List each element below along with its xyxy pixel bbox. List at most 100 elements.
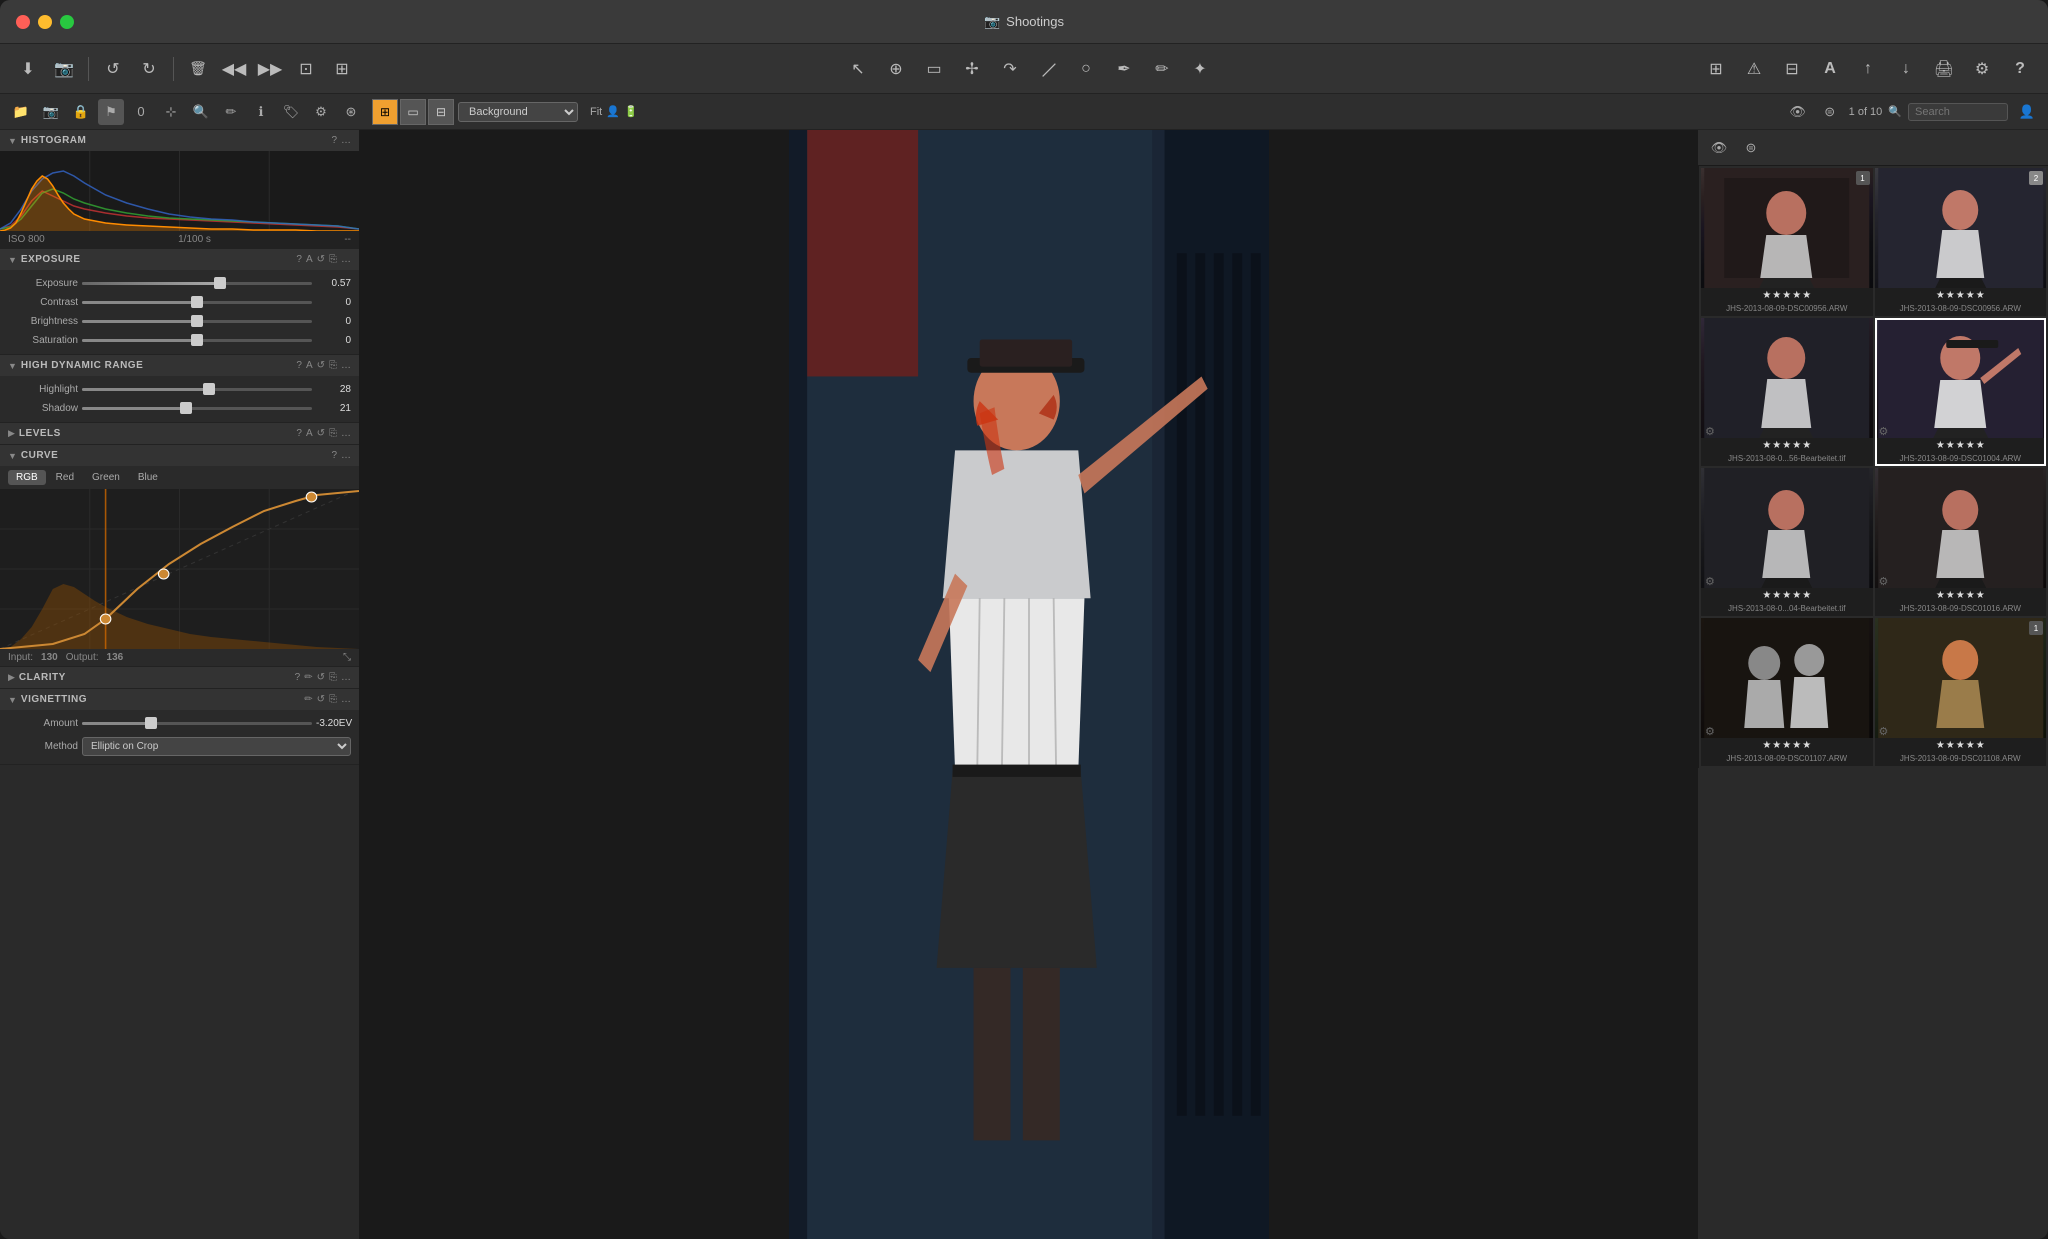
eraser-tool[interactable]: ✦	[1184, 53, 1216, 85]
user-btn[interactable]: 👤	[2014, 99, 2040, 125]
amount-slider[interactable]	[82, 722, 312, 725]
method-select[interactable]: Elliptic on Crop Elliptic Rectangular	[82, 737, 351, 756]
curve-tabs: RGB Red Green Blue	[0, 466, 359, 489]
thumbnail-7[interactable]: ⚙ ★★★★★ JHS-2013-08-09-DSC01107.ARW	[1701, 618, 1873, 766]
close-button[interactable]	[16, 15, 30, 29]
exposure-header[interactable]: ▼ EXPOSURE ? A ↺ ⎘ …	[0, 249, 359, 270]
print-btn[interactable]: 🖨	[1928, 53, 1960, 85]
forward-btn[interactable]: ▶▶	[254, 53, 286, 85]
toolbar-separator-1	[88, 57, 89, 81]
thumbnail-1[interactable]: 1 ★★★★★ JHS-2013-08-09-DSC00956.ARW	[1701, 168, 1873, 316]
secondary-toolbar: 📁 📷 🔒 ⚑ 0 ⊹ 🔍 ✏ ℹ 🏷 ⚙ ⊛ ⊞ ▭ ⊟ Background…	[0, 94, 2048, 130]
dual-layout-btn[interactable]: ⊟	[428, 99, 454, 125]
transform-tool[interactable]: ✢	[956, 53, 988, 85]
help-btn[interactable]: ?	[2004, 53, 2036, 85]
share-btn[interactable]: ⊛	[338, 99, 364, 125]
contrast-slider[interactable]	[82, 301, 312, 304]
hdr-section: ▼ HIGH DYNAMIC RANGE ? A ↺ ⎘ … Highlight	[0, 355, 359, 423]
sort-btn[interactable]: ⊜	[1817, 99, 1843, 125]
title-bar: 📷 Shootings	[0, 0, 2048, 44]
crop2-btn[interactable]: ⊹	[158, 99, 184, 125]
thumbnail-4[interactable]: ⚙ ★★★★★ JHS-2013-08-09-DSC01004.ARW	[1875, 318, 2047, 466]
multi-layout-btn[interactable]: ⊞	[372, 99, 398, 125]
mosaic-btn[interactable]: ⊟	[1776, 53, 1808, 85]
levels-header[interactable]: ▶ LEVELS ? A ↺ ⎘ …	[0, 423, 359, 444]
zoom-btn[interactable]: 🔍	[188, 99, 214, 125]
rect-tool[interactable]: ▭	[918, 53, 950, 85]
cam-btn[interactable]: 📷	[38, 99, 64, 125]
alert-btn[interactable]: ⚠	[1738, 53, 1770, 85]
info-btn[interactable]: ℹ	[248, 99, 274, 125]
arrow-down-btn[interactable]: ↓	[1890, 53, 1922, 85]
output-value: 136	[107, 652, 124, 663]
text-btn[interactable]: A	[1814, 53, 1846, 85]
expand-icon[interactable]: ⤡	[343, 652, 351, 663]
levels-icons: ? A ↺ ⎘ …	[296, 428, 351, 439]
thumbnail-3[interactable]: ⚙ ★★★★★ JHS-2013-08-0...56-Bearbeitet.ti…	[1701, 318, 1873, 466]
thumb-3-stars: ★★★★★	[1701, 438, 1873, 453]
maximize-button[interactable]	[60, 15, 74, 29]
main-image	[789, 130, 1269, 1239]
edit-btn[interactable]: ✏	[218, 99, 244, 125]
brush-tool[interactable]: ✏	[1146, 53, 1178, 85]
hdr-header[interactable]: ▼ HIGH DYNAMIC RANGE ? A ↺ ⎘ …	[0, 355, 359, 376]
single-layout-btn[interactable]: ▭	[400, 99, 426, 125]
thumb-8-img	[1875, 618, 2047, 738]
curve-canvas[interactable]	[0, 489, 359, 649]
highlight-slider[interactable]	[82, 388, 312, 391]
redo-btn[interactable]: ↻	[133, 53, 165, 85]
saturation-slider[interactable]	[82, 339, 312, 342]
vignetting-icons: ✏ ↺ ⎘ …	[304, 694, 351, 705]
circle-tool[interactable]: ○	[1070, 53, 1102, 85]
flag-btn[interactable]: ⚑	[98, 99, 124, 125]
file-btn[interactable]: 📁	[8, 99, 34, 125]
minimize-button[interactable]	[38, 15, 52, 29]
fit-btn[interactable]: ⊞	[326, 53, 358, 85]
histogram-header[interactable]: ▼ HISTOGRAM ? …	[0, 130, 359, 151]
thumb-sort-btn[interactable]: ⊜	[1738, 135, 1764, 161]
clarity-header[interactable]: ▶ CLARITY ? ✏ ↺ ⎘ …	[0, 667, 359, 688]
view-btn[interactable]: 👁	[1785, 99, 1811, 125]
curve-tab-green[interactable]: Green	[84, 470, 128, 485]
thumbnail-5[interactable]: ⚙ ★★★★★ JHS-2013-08-0...04-Bearbeitet.ti…	[1701, 468, 1873, 616]
line-tool[interactable]: —	[1025, 46, 1070, 91]
curve-icons: ? …	[331, 450, 351, 461]
exposure-slider[interactable]	[82, 282, 312, 285]
compare-btn[interactable]: ⊡	[290, 53, 322, 85]
exp-options-icon: …	[341, 254, 351, 265]
curve-header[interactable]: ▼ CURVE ? …	[0, 445, 359, 466]
settings-btn[interactable]: ⚙	[1966, 53, 1998, 85]
select-tool[interactable]: ↖	[842, 53, 874, 85]
shadow-slider[interactable]	[82, 407, 312, 410]
thumbnail-2[interactable]: 2 ★★★★★ JHS-2013-08-09-DSC00956.ARW	[1875, 168, 2047, 316]
back-btn[interactable]: ◀◀	[218, 53, 250, 85]
curve-tab-rgb[interactable]: RGB	[8, 470, 46, 485]
arrow-up-btn[interactable]: ↑	[1852, 53, 1884, 85]
thumb-4-img	[1875, 318, 2047, 438]
search-input[interactable]	[1908, 103, 2008, 121]
brightness-slider[interactable]	[82, 320, 312, 323]
exposure-slider-row: Exposure 0.57	[0, 274, 359, 293]
background-select[interactable]: Background White Black Gray	[458, 102, 578, 122]
curve-tab-red[interactable]: Red	[48, 470, 82, 485]
thumbnail-8[interactable]: 1 ⚙ ★★★★★ JHS-2013-08-09-DSC01108.ARW	[1875, 618, 2047, 766]
download-btn[interactable]: ⬇	[12, 53, 44, 85]
levels-toggle: ▶	[8, 428, 15, 439]
thumbnail-6[interactable]: ⚙ ★★★★★ JHS-2013-08-09-DSC01016.ARW	[1875, 468, 2047, 616]
camera-btn[interactable]: 📷	[48, 53, 80, 85]
crop-tool[interactable]: ⊕	[880, 53, 912, 85]
tag-btn[interactable]: 🏷	[278, 99, 304, 125]
vig-reset-icon: ↺	[317, 694, 325, 705]
curve-tab-blue[interactable]: Blue	[130, 470, 166, 485]
rotate-tool[interactable]: ↷	[994, 53, 1026, 85]
gear-btn[interactable]: ⚙	[308, 99, 334, 125]
pen-tool[interactable]: ✒	[1108, 53, 1140, 85]
grid-btn[interactable]: ⊞	[1700, 53, 1732, 85]
curve-options-icon: …	[341, 450, 351, 461]
vignetting-header[interactable]: ▼ VIGNETTING ✏ ↺ ⎘ …	[0, 689, 359, 710]
counter-btn[interactable]: 0	[128, 99, 154, 125]
lock-btn[interactable]: 🔒	[68, 99, 94, 125]
undo-btn[interactable]: ↺	[97, 53, 129, 85]
thumb-view-btn[interactable]: 👁	[1706, 135, 1732, 161]
delete-btn[interactable]: 🗑	[182, 53, 214, 85]
